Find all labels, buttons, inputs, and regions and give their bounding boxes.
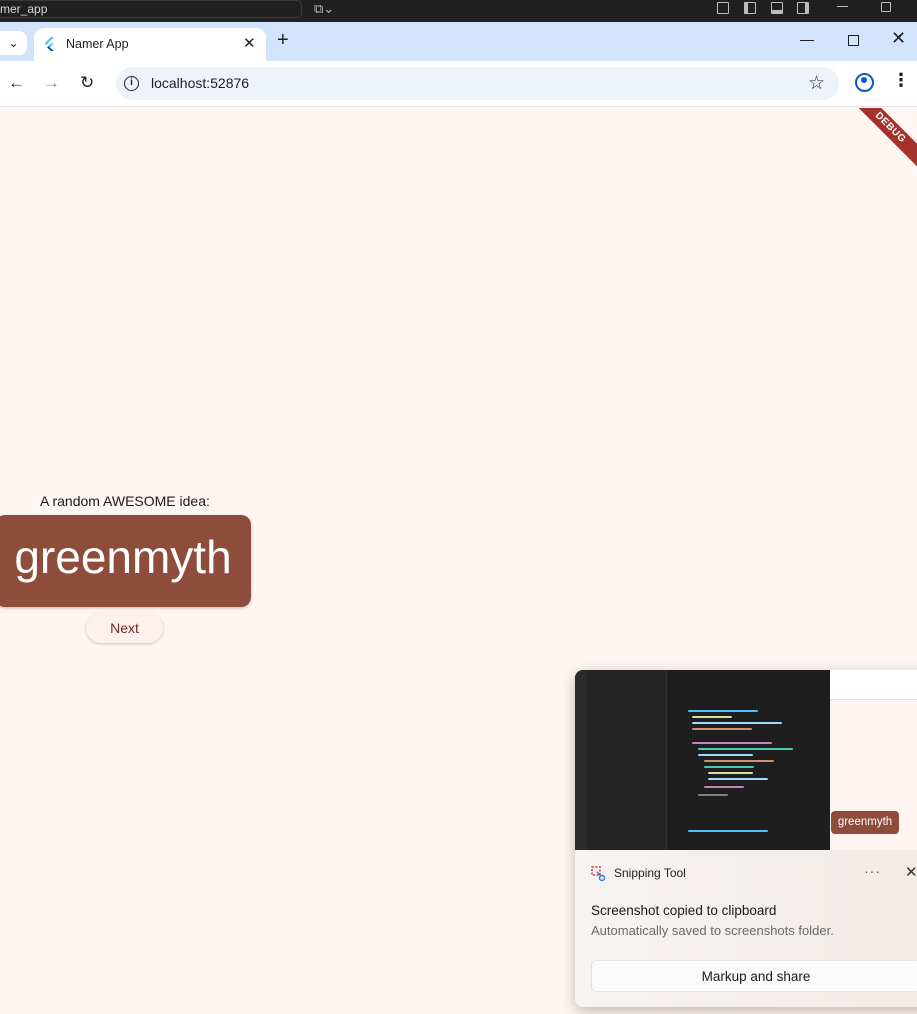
snip-sub-message: Automatically saved to screenshots folde… xyxy=(591,923,834,938)
os-taskbar: mer_app ⧉⌄ xyxy=(0,0,917,22)
snip-body: Snipping Tool ··· ✕ Screenshot copied to… xyxy=(575,850,917,1007)
close-window-icon[interactable]: ✕ xyxy=(891,28,906,49)
layout-bottom-icon[interactable] xyxy=(771,2,783,14)
thumbnail-code-editor xyxy=(668,670,830,850)
next-button[interactable]: Next xyxy=(86,613,163,643)
thumbnail-idea-word: greenmyth xyxy=(831,811,899,834)
new-tab-button[interactable]: + xyxy=(277,30,289,50)
maximize-icon[interactable] xyxy=(848,35,859,46)
more-options-icon[interactable]: ··· xyxy=(864,863,881,879)
url-text[interactable]: localhost:52876 xyxy=(151,75,249,91)
snip-message: Screenshot copied to clipboard xyxy=(591,903,777,918)
tab-search-button[interactable]: ⌄ xyxy=(0,31,27,55)
site-info-icon[interactable]: i xyxy=(124,76,139,91)
idea-card: greenmyth xyxy=(0,515,251,607)
browser-toolbar: ← → ↻ i localhost:52876 ☆ ⋮ xyxy=(0,61,917,107)
profile-icon[interactable] xyxy=(855,73,874,92)
flutter-icon xyxy=(44,37,54,51)
browser-tabstrip: ⌄ Namer App ✕ + ✕ xyxy=(0,22,917,61)
snipping-tool-icon xyxy=(591,866,606,882)
menu-kebab-icon[interactable]: ⋮ xyxy=(892,70,910,91)
markup-and-share-button[interactable]: Markup and share xyxy=(591,960,917,992)
os-restore-icon[interactable] xyxy=(881,2,891,12)
browser-tab[interactable]: Namer App ✕ xyxy=(34,28,266,61)
back-arrow-icon[interactable]: ← xyxy=(8,72,25,94)
idea-label: A random AWESOME idea: xyxy=(40,493,210,509)
reload-icon[interactable]: ↻ xyxy=(80,72,94,94)
thumbnail-activity-bar xyxy=(575,670,587,850)
tab-title: Namer App xyxy=(66,37,129,51)
tab-close-icon[interactable]: ✕ xyxy=(243,34,256,54)
debug-banner: DEBUG xyxy=(845,108,917,173)
os-window-title[interactable]: mer_app xyxy=(0,0,302,18)
snip-app-name: Snipping Tool xyxy=(614,866,686,880)
layout-left-icon[interactable] xyxy=(744,2,756,14)
thumbnail-explorer xyxy=(587,670,667,850)
idea-word: greenmyth xyxy=(14,531,232,583)
layout-right-icon[interactable] xyxy=(797,2,809,14)
forward-arrow-icon[interactable]: → xyxy=(43,72,60,94)
thumbnail-browser: greenmyth xyxy=(830,670,917,850)
address-bar[interactable]: i localhost:52876 ☆ xyxy=(116,67,839,100)
snip-close-icon[interactable]: ✕ xyxy=(905,863,917,881)
os-minimize-icon[interactable] xyxy=(837,6,848,8)
layout-grid-icon[interactable] xyxy=(717,2,729,14)
snipping-tool-notification[interactable]: greenmyth Snipping Tool ··· ✕ Screenshot… xyxy=(575,670,917,1007)
snap-layout-icon[interactable]: ⧉⌄ xyxy=(314,1,334,17)
bookmark-star-icon[interactable]: ☆ xyxy=(808,72,825,95)
screenshot-thumbnail[interactable]: greenmyth xyxy=(575,670,917,850)
minimize-icon[interactable] xyxy=(800,40,814,42)
